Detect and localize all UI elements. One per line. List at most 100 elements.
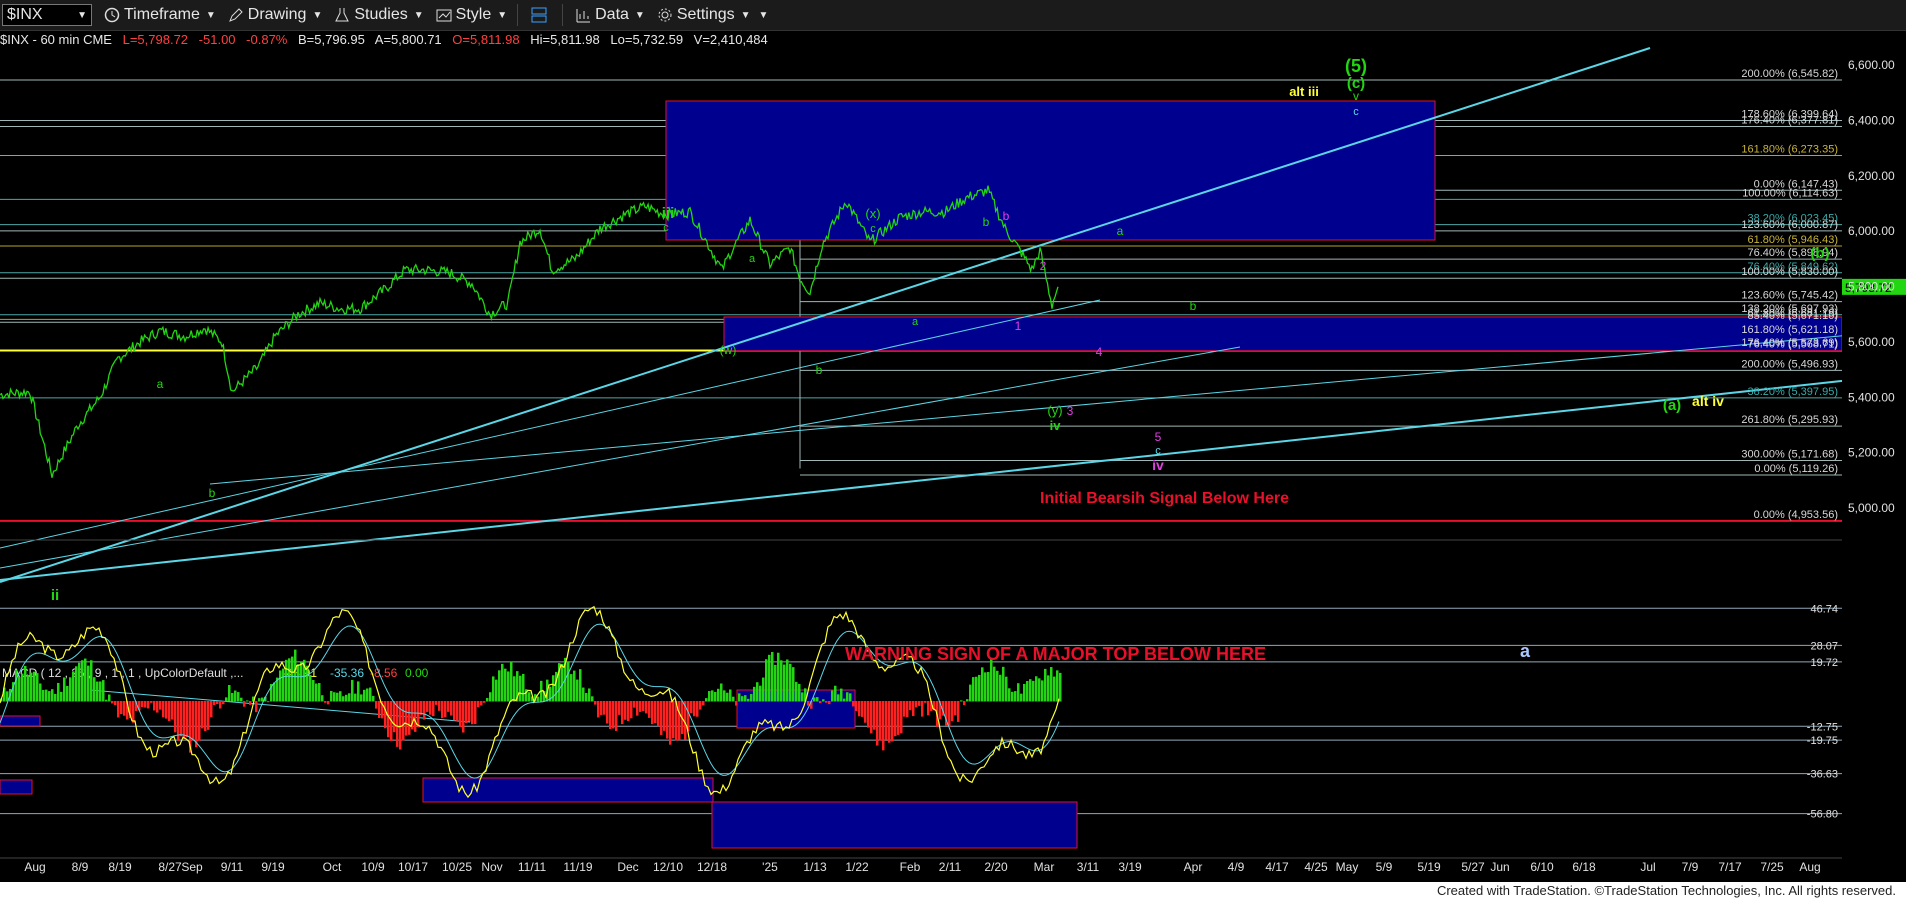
macd-histogram-bar [462,701,465,733]
macd-histogram-bar [510,661,513,702]
wave-label: c [663,222,669,234]
wave-label: c [1155,445,1161,457]
macd-histogram-bar [1011,691,1014,702]
fib-level-label: 261.80% (5,295.93) [1741,414,1838,426]
macd-histogram-bar [975,676,978,702]
drawing-label: Drawing [247,6,307,23]
x-axis-tick: Aug [24,860,45,874]
macd-histogram-bar [645,701,648,714]
macd-histogram-bar [1056,670,1059,702]
macd-panel: MACD ( 12 , 26 , 9 , 1 , 1 , UpColorDefa… [0,603,1906,849]
style-button[interactable]: Style ▼ [436,6,507,24]
layout-button[interactable] [530,6,552,24]
more-icon[interactable]: ▼ [759,10,769,21]
macd-histogram-bar [705,698,708,702]
timeframe-button[interactable]: Timeframe ▼ [104,6,216,24]
macd-histogram-bar [864,701,867,723]
macd-histogram-bar [861,701,864,717]
fib-level-label: 123.60% (5,745.42) [1741,290,1838,302]
macd-histogram-bar [897,701,900,735]
macd-histogram-bar [408,701,411,735]
volume: V=2,410,484 [693,32,768,47]
macd-histogram-bar [219,701,222,709]
macd-histogram-bar [831,690,834,702]
macd-histogram-bar [114,701,117,706]
macd-histogram-bar [507,671,510,702]
macd-histogram-bar [171,701,174,720]
macd-histogram-bar [45,689,48,702]
price-axis-tick: 6,200.00 [1848,169,1895,183]
macd-histogram-bar [108,694,111,702]
macd-histogram-bar [387,701,390,738]
macd-histogram-bar [207,701,210,730]
macd-histogram-bar [144,701,147,708]
macd-histogram-bar [828,701,831,705]
settings-button[interactable]: Settings ▼ [657,6,751,24]
data-button[interactable]: Data ▼ [575,6,645,24]
macd-histogram-bar [690,701,693,714]
macd-histogram-bar [288,658,291,702]
macd-histogram-bar [72,671,75,702]
x-axis-tick: 8/19 [108,860,132,874]
macd-histogram-bar [951,701,954,722]
last-price: L=5,798.72 [122,32,189,47]
toolbar-divider [562,4,564,26]
macd-histogram-bar [435,701,438,705]
bar-chart-icon [576,9,591,23]
macd-histogram-bar [696,701,699,717]
macd-histogram-bar [606,701,609,724]
macd-histogram-bar [609,701,612,730]
price-axis-tick: 6,000.00 [1848,224,1895,238]
macd-histogram-bar [384,701,387,729]
macd-histogram-bar [885,701,888,740]
studies-button[interactable]: Studies ▼ [334,6,424,24]
macd-histogram-bar [480,701,483,706]
macd-histogram-bar [663,701,666,731]
macd-histogram-bar [999,674,1002,702]
macd-histogram-bar [438,701,441,711]
macd-histogram-bar [513,676,516,702]
macd-histogram-bar [324,701,327,703]
macd-histogram-bar [873,701,876,730]
macd-histogram-bar [453,701,456,721]
macd-histogram-bar [414,701,417,732]
caret-down-icon: ▼ [497,9,508,21]
macd-histogram-bar [459,701,462,727]
macd-histogram-bar [618,701,621,715]
macd-histogram-bar [195,701,198,748]
macd-histogram-bar [417,701,420,728]
macd-histogram-bar [174,701,177,733]
wave-label: (x) [865,206,880,221]
symbol-selector[interactable]: $INX ▼ [2,4,92,26]
macd-histogram-bar [402,701,405,741]
drawing-button[interactable]: Drawing ▼ [228,6,322,24]
macd-histogram-bar [15,669,18,702]
macd-histogram-bar [579,669,582,702]
macd-histogram-bar [915,701,918,708]
macd-histogram-bar [669,701,672,745]
macd-histogram-bar [708,691,711,702]
macd-histogram-bar [693,701,696,717]
macd-histogram-bar [504,668,507,702]
macd-histogram-bar [30,672,33,702]
macd-histogram-bar [501,663,504,702]
fib-level-label: 123.60% (6,000.87) [1741,219,1838,231]
macd-level-label: -36.63 [1807,769,1838,781]
macd-histogram-bar [165,701,168,719]
macd-histogram-bar [969,684,972,702]
macd-histogram-bar [474,701,477,725]
macd-histogram-bar [597,701,600,718]
macd-histogram-bar [630,701,633,719]
price-axis-tick: 5,200.00 [1848,446,1895,460]
macd-histogram-bar [327,701,330,705]
macd-histogram-bar [615,701,618,731]
macd-histogram-bar [657,701,660,727]
x-axis-tick: Jun [1490,860,1509,874]
macd-histogram-bar [762,677,765,702]
macd-histogram-bar [147,701,150,709]
toolbar-divider [517,4,519,26]
macd-histogram-bar [294,649,297,702]
macd-histogram-bar [786,659,789,702]
macd-histogram-bar [993,666,996,702]
fib-level-label: 85.40% (5,671.10) [1747,310,1838,322]
